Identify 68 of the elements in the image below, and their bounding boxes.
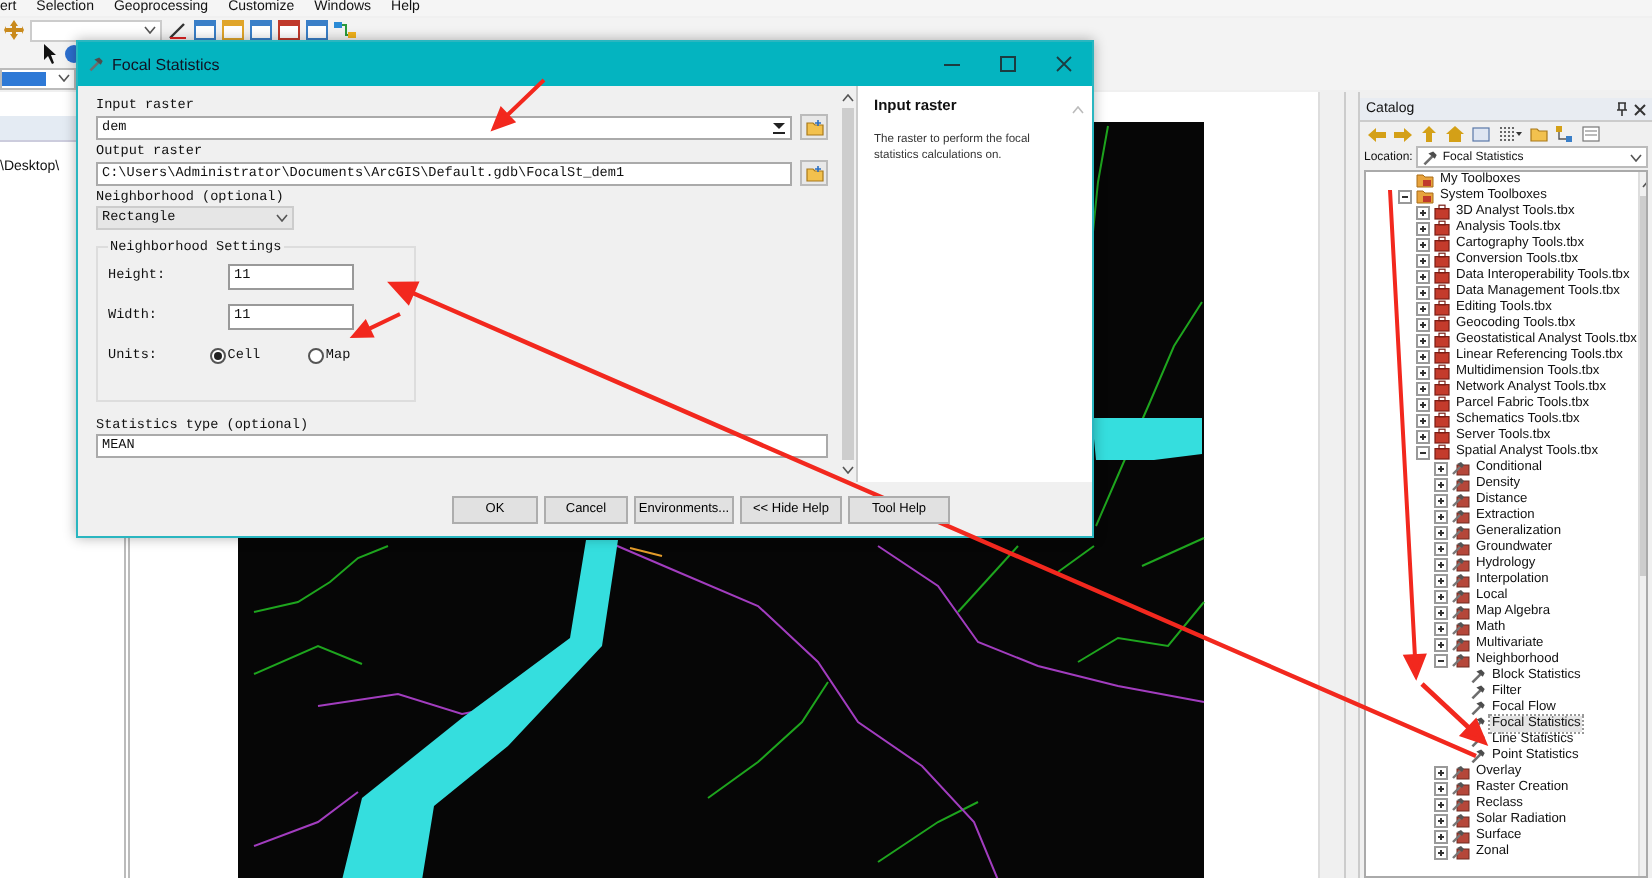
expander-icon[interactable] bbox=[1434, 813, 1448, 827]
scale-dropdown[interactable] bbox=[0, 67, 76, 89]
view-grid-icon[interactable] bbox=[1498, 126, 1522, 142]
expander-icon[interactable] bbox=[1416, 221, 1430, 235]
expander-icon[interactable] bbox=[1434, 829, 1448, 843]
expander-icon[interactable] bbox=[1416, 317, 1430, 331]
window-icon[interactable] bbox=[278, 20, 300, 40]
pin-icon[interactable] bbox=[1616, 102, 1628, 116]
caret-icon bbox=[1630, 153, 1642, 161]
window-icon[interactable] bbox=[306, 20, 328, 40]
expander-icon[interactable] bbox=[1416, 381, 1430, 395]
window-icon[interactable] bbox=[194, 20, 216, 40]
select-arrow-icon[interactable] bbox=[42, 44, 58, 64]
expander-icon[interactable] bbox=[1434, 605, 1448, 619]
expander-icon[interactable] bbox=[1416, 365, 1430, 379]
annotation-arrow bbox=[492, 78, 546, 130]
scroll-thumb[interactable] bbox=[841, 108, 853, 460]
expander-icon[interactable] bbox=[1434, 525, 1448, 539]
hammer-icon bbox=[1422, 149, 1439, 165]
expander-icon[interactable] bbox=[1416, 397, 1430, 411]
expander-icon[interactable] bbox=[1416, 269, 1430, 283]
expander-icon[interactable] bbox=[1434, 477, 1448, 491]
tree-view-icon[interactable] bbox=[1556, 126, 1574, 142]
expander-icon[interactable] bbox=[1416, 301, 1430, 315]
expander-icon[interactable] bbox=[1434, 509, 1448, 523]
scroll-down-icon[interactable] bbox=[841, 466, 853, 474]
expander-icon[interactable] bbox=[1416, 413, 1430, 427]
expander-icon[interactable] bbox=[1434, 637, 1448, 651]
window-title: Focal Statistics bbox=[112, 55, 220, 73]
expander-icon[interactable] bbox=[1434, 557, 1448, 571]
browse-button[interactable] bbox=[800, 160, 828, 186]
window-icon[interactable] bbox=[250, 20, 272, 40]
expander-icon[interactable] bbox=[1416, 429, 1430, 443]
caret-icon bbox=[144, 26, 156, 34]
close-icon[interactable] bbox=[1634, 103, 1646, 115]
expander-icon[interactable] bbox=[1416, 285, 1430, 299]
expander-icon[interactable] bbox=[1434, 573, 1448, 587]
maximize-icon[interactable] bbox=[1000, 56, 1016, 72]
close-icon[interactable] bbox=[1056, 56, 1072, 72]
window-icon[interactable] bbox=[222, 20, 244, 40]
expander-icon[interactable] bbox=[1398, 189, 1412, 203]
expander-icon[interactable] bbox=[1416, 349, 1430, 363]
expander-icon[interactable] bbox=[1434, 541, 1448, 555]
model-icon[interactable] bbox=[334, 20, 356, 40]
expander-icon[interactable] bbox=[1434, 765, 1448, 779]
expander-icon[interactable] bbox=[1434, 781, 1448, 795]
expander-icon[interactable] bbox=[1434, 493, 1448, 507]
expander-icon[interactable] bbox=[1416, 445, 1430, 459]
expander-icon[interactable] bbox=[1416, 333, 1430, 347]
expander-icon[interactable] bbox=[1434, 797, 1448, 811]
browse-button[interactable] bbox=[800, 114, 828, 140]
expander-icon[interactable] bbox=[1434, 653, 1448, 667]
expander-icon[interactable] bbox=[1434, 589, 1448, 603]
expander-icon[interactable] bbox=[1434, 621, 1448, 635]
expander-icon[interactable] bbox=[1416, 205, 1430, 219]
hammer-icon bbox=[88, 56, 104, 72]
caret-icon bbox=[58, 74, 70, 82]
dropdown-arrow-icon[interactable] bbox=[772, 121, 786, 133]
expander-icon[interactable] bbox=[1434, 461, 1448, 475]
editor-icon[interactable] bbox=[168, 20, 188, 40]
scrollbar[interactable] bbox=[1318, 92, 1344, 878]
scroll-up-icon[interactable] bbox=[841, 94, 853, 102]
minimize-icon[interactable] bbox=[944, 63, 960, 65]
expander-icon[interactable] bbox=[1434, 845, 1448, 859]
expander-icon[interactable] bbox=[1416, 237, 1430, 251]
caret-icon bbox=[276, 214, 288, 222]
expander-icon[interactable] bbox=[1416, 253, 1430, 267]
pan-icon[interactable] bbox=[4, 20, 24, 40]
